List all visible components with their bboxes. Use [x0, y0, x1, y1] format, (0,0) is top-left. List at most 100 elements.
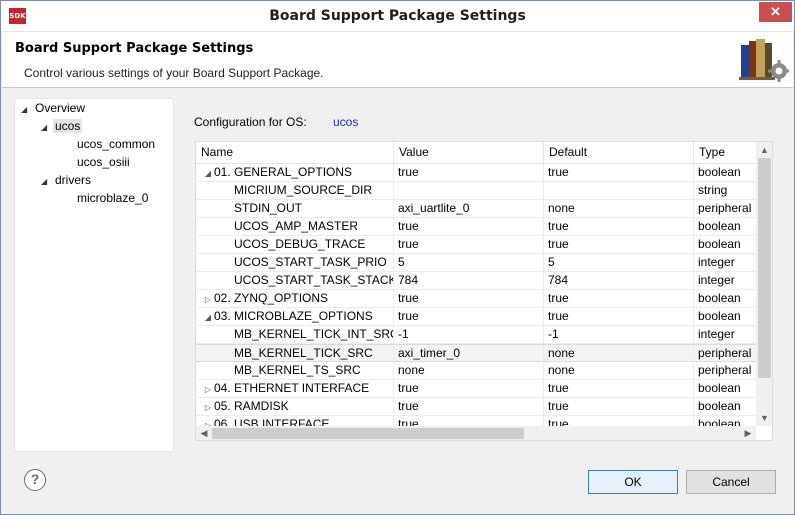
cell-default: true: [544, 380, 694, 398]
tree-item-ucos-osiii[interactable]: ucos_osiii: [75, 153, 132, 171]
cell-name: ◢ 03. MICROBLAZE_OPTIONS: [196, 308, 394, 326]
cell-value[interactable]: axi_uartlite_0: [394, 200, 544, 218]
tree-expand-icon[interactable]: ◢: [21, 101, 33, 119]
dialog-window: SDK Board Support Package Settings ✕ Boa…: [0, 0, 795, 515]
cell-value[interactable]: true: [394, 308, 544, 326]
cell-value[interactable]: true: [394, 218, 544, 236]
cell-default: none: [544, 345, 694, 363]
vertical-scroll-thumb[interactable]: [758, 158, 771, 378]
cancel-button[interactable]: Cancel: [686, 470, 776, 494]
scroll-left-icon[interactable]: ◀: [196, 426, 212, 440]
ok-button[interactable]: OK: [588, 470, 678, 494]
tree-expand-icon[interactable]: ◢: [41, 173, 53, 191]
scroll-right-icon[interactable]: ▶: [740, 426, 756, 440]
horizontal-scroll-thumb[interactable]: [212, 428, 524, 439]
cell-type: peripheral: [698, 201, 752, 215]
cell-default: true: [544, 290, 694, 308]
cell-name: UCOS_DEBUG_TRACE: [196, 236, 394, 254]
cell-name: MB_KERNEL_TICK_INT_SRC: [196, 326, 394, 344]
vertical-scrollbar[interactable]: ▲ ▼: [756, 142, 772, 426]
expand-icon[interactable]: ▷: [202, 291, 214, 308]
cell-name: STDIN_OUT: [196, 200, 394, 218]
cell-default: [544, 182, 694, 200]
cell-type: boolean: [698, 309, 741, 323]
cell-name-text: MB_KERNEL_TS_SRC: [234, 363, 361, 377]
cell-default: 5: [544, 254, 694, 272]
cell-value[interactable]: true: [394, 398, 544, 416]
tree-item-drivers[interactable]: ◢ drivers: [41, 171, 93, 189]
cell-type: boolean: [698, 291, 741, 305]
tree-item-label: ucos: [53, 119, 83, 133]
column-header-value[interactable]: Value: [394, 142, 544, 164]
table-row[interactable]: ◢ 01. GENERAL_OPTIONS true true boolean: [196, 164, 756, 182]
close-button[interactable]: ✕: [759, 2, 792, 22]
cell-name: UCOS_START_TASK_STACK_S: [196, 272, 394, 290]
column-header-name[interactable]: Name: [196, 142, 394, 164]
cell-type: peripheral: [698, 363, 752, 377]
tree-item-overview[interactable]: ◢ Overview: [21, 99, 87, 117]
cell-value[interactable]: axi_timer_0: [394, 345, 544, 363]
cell-default: -1: [544, 326, 694, 344]
title-bar: SDK Board Support Package Settings ✕: [1, 1, 794, 31]
expand-icon[interactable]: ▷: [202, 381, 214, 398]
cell-name-text: MICRIUM_SOURCE_DIR: [234, 183, 373, 197]
cell-value[interactable]: true: [394, 380, 544, 398]
cell-default: true: [544, 236, 694, 254]
cell-name-text: UCOS_DEBUG_TRACE: [234, 237, 366, 251]
expand-icon[interactable]: ▷: [202, 399, 214, 416]
cell-name: UCOS_START_TASK_PRIO: [196, 254, 394, 272]
cell-name-text: UCOS_AMP_MASTER: [234, 219, 359, 233]
table-row[interactable]: STDIN_OUT axi_uartlite_0 none peripheral: [196, 200, 756, 218]
cell-name-text: MB_KERNEL_TICK_INT_SRC: [234, 327, 394, 341]
cell-name: ▷ 02. ZYNQ_OPTIONS: [196, 290, 394, 308]
tree-item-label: Overview: [35, 101, 86, 115]
cell-name: ▷ 05. RAMDISK: [196, 398, 394, 416]
cell-name: MB_KERNEL_TS_SRC: [196, 362, 394, 380]
cell-type: boolean: [698, 381, 741, 395]
cell-value[interactable]: -1: [394, 326, 544, 344]
cell-value[interactable]: [394, 182, 544, 200]
banner-description: Control various settings of your Board S…: [24, 66, 324, 80]
table-row[interactable]: UCOS_START_TASK_PRIO 5 5 integer: [196, 254, 756, 272]
scroll-down-icon[interactable]: ▼: [756, 410, 772, 426]
table-row[interactable]: ▷ 02. ZYNQ_OPTIONS true true boolean: [196, 290, 756, 308]
table-row[interactable]: UCOS_DEBUG_TRACE true true boolean: [196, 236, 756, 254]
cell-value[interactable]: 5: [394, 254, 544, 272]
cell-value[interactable]: true: [394, 236, 544, 254]
cell-type: boolean: [698, 219, 741, 233]
table-row[interactable]: MB_KERNEL_TICK_INT_SRC -1 -1 integer: [196, 326, 756, 344]
table-row[interactable]: MB_KERNEL_TICK_SRC axi_timer_0 none periphe…: [196, 344, 756, 363]
cell-value[interactable]: 784: [394, 272, 544, 290]
collapse-icon[interactable]: ◢: [202, 309, 214, 326]
cell-name-text: 02. ZYNQ_OPTIONS: [214, 291, 329, 305]
table-row[interactable]: MB_KERNEL_TS_SRC none none peripheral: [196, 362, 756, 380]
column-header-type[interactable]: Type: [694, 142, 756, 164]
cell-value[interactable]: true: [394, 290, 544, 308]
scroll-up-icon[interactable]: ▲: [756, 142, 772, 158]
table-row[interactable]: MICRIUM_SOURCE_DIR string: [196, 182, 756, 200]
cell-type: integer: [698, 327, 735, 341]
cell-value[interactable]: true: [394, 164, 544, 182]
header-banner: Board Support Package Settings Control v…: [2, 31, 793, 88]
tree-expand-icon[interactable]: ◢: [41, 119, 53, 137]
cell-name-text: STDIN_OUT: [234, 201, 303, 215]
table-row[interactable]: UCOS_AMP_MASTER true true boolean: [196, 218, 756, 236]
window-title: Board Support Package Settings: [269, 8, 526, 24]
cell-name-text: 01. GENERAL_OPTIONS: [214, 165, 353, 179]
table-row[interactable]: ▷ 04. ETHERNET INTERFACE true true boolean: [196, 380, 756, 398]
horizontal-scrollbar[interactable]: ◀ ▶: [196, 426, 756, 440]
table-row[interactable]: ◢ 03. MICROBLAZE_OPTIONS true true boolean: [196, 308, 756, 326]
tree-item-microblaze-0[interactable]: microblaze_0: [75, 189, 150, 207]
tree-item-ucos-common[interactable]: ucos_common: [75, 135, 157, 153]
table-row[interactable]: ▷ 05. RAMDISK true true boolean: [196, 398, 756, 416]
cell-name-text: UCOS_START_TASK_STACK_S: [234, 273, 394, 287]
table-row[interactable]: UCOS_START_TASK_STACK_S 784 784 integer: [196, 272, 756, 290]
help-icon[interactable]: ?: [24, 469, 46, 491]
cell-type: integer: [698, 255, 735, 269]
column-header-default[interactable]: Default: [544, 142, 694, 164]
cell-type: integer: [698, 273, 735, 287]
cell-value[interactable]: none: [394, 362, 544, 380]
collapse-icon[interactable]: ◢: [202, 165, 214, 182]
tree-item-ucos[interactable]: ◢ ucos: [41, 117, 83, 137]
cell-name: ▷ 04. ETHERNET INTERFACE: [196, 380, 394, 398]
